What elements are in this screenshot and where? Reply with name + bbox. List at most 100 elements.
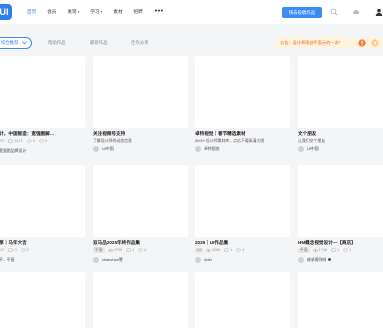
author-info[interactable]: UI中国 <box>93 145 114 152</box>
nav-item[interactable]: 首页 <box>27 8 36 18</box>
stat-value: 0 <box>45 139 48 143</box>
nav-item-label: 会员 <box>47 9 57 14</box>
stat-comments: 1 <box>331 248 339 253</box>
chat-icon <box>126 248 131 252</box>
stat-value: 0 <box>14 248 17 252</box>
stat-comments: 5171 <box>8 139 23 144</box>
cloud-upload-icon[interactable] <box>352 8 360 16</box>
nav-item[interactable]: 会员 <box>47 8 56 18</box>
stat-likes: 1 <box>343 248 351 253</box>
stat-value: 4047 <box>0 248 5 252</box>
work-thumbnail[interactable] <box>195 165 290 237</box>
caret-down-icon: ▾ <box>100 10 103 14</box>
close-icon[interactable] <box>371 39 379 47</box>
author-name[interactable]: UI中国 <box>102 146 114 152</box>
author-name[interactable]: 继承需你呀 <box>307 257 326 263</box>
avatar[interactable] <box>298 145 304 152</box>
work-thumbnail[interactable] <box>0 56 85 128</box>
stat-likes: 0 <box>27 139 35 144</box>
avatar[interactable] <box>93 145 99 152</box>
work-title[interactable]: …分享｜马年大吉 <box>0 240 27 246</box>
stat-views: 4795 <box>107 248 122 253</box>
work-stats: 4097 5171 0 0 <box>0 138 51 144</box>
work-thumbnail[interactable] <box>93 272 188 328</box>
caret-down-icon: ▾ <box>77 10 80 14</box>
work-thumbnail[interactable] <box>93 165 188 237</box>
alert-icon <box>358 39 366 47</box>
work-title[interactable]: 2025｜UI作品集 <box>195 240 228 246</box>
stat-value: 0 <box>26 248 29 252</box>
work-title[interactable]: 文个朋友 <box>298 131 316 137</box>
stat-comments: 1 <box>126 248 134 253</box>
author-info[interactable]: 继承需你呀 <box>298 256 332 263</box>
main-nav: 首页 会员 发现▾ 学习▾ 素材 招聘 ••• <box>27 8 164 18</box>
work-thumbnail[interactable] <box>195 56 290 128</box>
heart-icon <box>20 248 26 253</box>
stat-views: 4047 <box>0 248 4 253</box>
nav-item[interactable]: 发现▾ <box>67 8 79 18</box>
nav-item[interactable]: 招聘 <box>134 8 143 18</box>
work-title[interactable]: HM概念视觉设计—【商店】 <box>298 240 356 246</box>
work-thumbnail[interactable] <box>0 165 85 237</box>
author-name[interactable]: Ariel <box>204 257 212 262</box>
stat-likes: 4 <box>236 248 245 253</box>
work-thumbnail[interactable] <box>298 56 383 128</box>
author-info[interactable]: 宽强图品牌设计 <box>0 147 26 154</box>
author-name[interactable]: 卓特视觉 <box>204 146 220 152</box>
avatar[interactable] <box>195 145 201 152</box>
author-name[interactable]: 平…平面 <box>0 257 15 263</box>
tab-latest-works[interactable]: 最新作品 <box>90 40 108 46</box>
tab-featured-share[interactable]: 佳作分享 <box>131 40 149 46</box>
stat-value: 4 <box>242 248 245 252</box>
stat-value: 1 <box>132 248 135 252</box>
site-logo[interactable]: UI <box>0 4 12 20</box>
user-icon[interactable] <box>375 8 383 16</box>
work-title[interactable]: 双马品2025年终作品集 <box>93 240 140 246</box>
tab-help-works[interactable]: 帮助作品 <box>48 40 66 46</box>
nav-item-label: 素材 <box>113 9 123 14</box>
work-thumbnail[interactable] <box>0 272 85 328</box>
heart-icon <box>343 248 348 253</box>
nav-item[interactable]: 学习▾ <box>90 8 102 18</box>
author-name[interactable]: chanchan雪 <box>102 257 123 263</box>
author-info[interactable]: 平…平面 <box>0 256 15 263</box>
more-menu-button[interactable]: ••• <box>155 8 164 18</box>
work-thumbnail[interactable] <box>298 165 383 237</box>
announcement-banner[interactable]: 公告：设计师再创平面元的一次！ <box>274 37 383 49</box>
author-info[interactable]: Ariel <box>195 256 212 263</box>
work-thumbnail[interactable] <box>195 272 290 328</box>
stat-likes: 0 <box>39 139 47 144</box>
avatar[interactable] <box>93 256 99 263</box>
work-title[interactable]: 卓特视觉｜春节精选素材 <box>195 131 246 137</box>
stat-value: 1 <box>337 248 340 252</box>
author-name[interactable]: 宽强图品牌设计 <box>0 148 26 154</box>
author-info[interactable]: UI中国 <box>298 145 319 152</box>
announcement-text: 公告：设计师再创平面元的一次！ <box>280 40 343 45</box>
work-subtitle: 了解设计师的动态信息 <box>93 138 132 143</box>
heart-icon <box>138 248 143 253</box>
stat-value: 4097 <box>0 139 5 143</box>
work-thumbnail[interactable] <box>298 272 383 328</box>
author-info[interactable]: 卓特视觉 <box>195 145 220 152</box>
nav-item-label: 招聘 <box>133 9 143 14</box>
filter-bar: 综合推荐 帮助作品 最新作品 佳作分享 公告：设计师再创平面元的一次！ <box>0 35 383 51</box>
work-title[interactable]: 关注视频号支持 <box>93 131 125 137</box>
upload-work-button[interactable]: 快去投稿作品 <box>282 7 322 18</box>
chat-icon <box>224 248 230 252</box>
stat-value: 0 <box>32 139 36 143</box>
stat-comments: 0 <box>8 248 17 253</box>
sort-label: 综合推荐 <box>1 40 19 45</box>
nav-item[interactable]: 素材 <box>113 8 122 18</box>
stat-views: 4097 <box>0 139 4 144</box>
author-name[interactable]: UI中国 <box>307 146 319 152</box>
work-subtitle: 5000+设计师素材库，点击下载高清大图 <box>195 138 265 143</box>
chevron-down-icon <box>22 41 27 45</box>
search-icon[interactable] <box>330 8 338 16</box>
sort-dropdown[interactable]: 综合推荐 <box>0 37 32 49</box>
avatar[interactable] <box>298 256 304 263</box>
work-thumbnail[interactable] <box>93 56 188 128</box>
avatar[interactable] <box>195 256 201 263</box>
author-info[interactable]: chanchan雪 <box>93 256 123 263</box>
work-stats: 4047 0 0 <box>0 247 33 253</box>
work-title[interactable]: …设计，中国智造：宽强图解… <box>0 131 54 137</box>
